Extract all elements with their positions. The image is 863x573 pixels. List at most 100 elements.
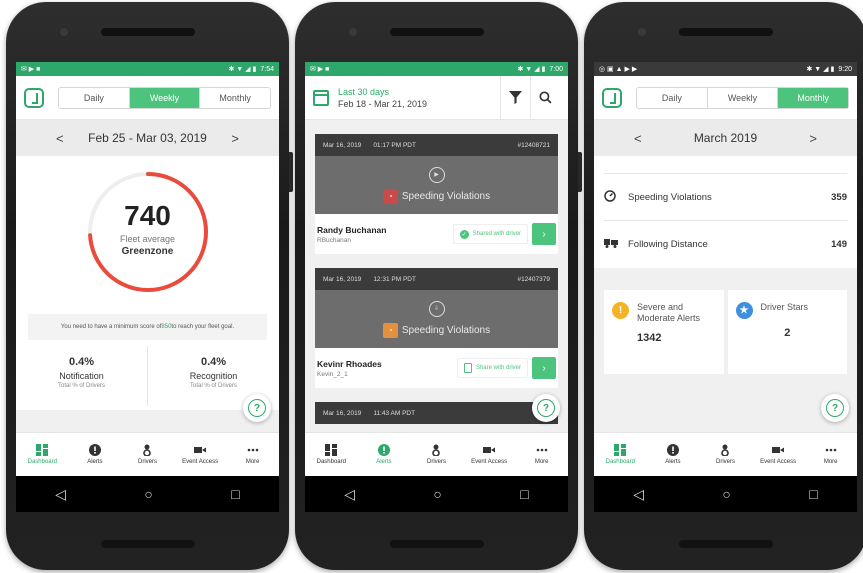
nav-item-drivers[interactable]: Drivers [121,433,174,476]
nav-item-drivers[interactable]: Drivers [410,433,463,476]
status-bar: ◎ ▣ ▲ ▶ ▶ ✱ ▼ ◢ ▮ 9:20 [594,62,857,76]
app-bar: Daily Weekly Monthly [16,76,279,120]
phone-dashboard-monthly: ◎ ▣ ▲ ▶ ▶ ✱ ▼ ◢ ▮ 9:20 Daily Weekly Mont… [584,2,863,570]
nav-item-event-access[interactable]: Event Access [463,433,516,476]
search-button[interactable] [530,75,560,120]
back-icon[interactable]: ◁ [633,486,644,503]
back-icon[interactable]: ◁ [55,486,66,503]
prev-period-button[interactable]: < [634,131,642,146]
goal-note: You need to have a minimum score of 850 … [28,314,267,340]
event-card[interactable]: Mar 16, 2019 12:31 PM PDT #12407379 ⇩ ◔ Sp… [315,268,558,388]
tab-daily[interactable]: Daily [637,87,708,108]
notification-icons: ✉ ▶ ■ [21,66,41,73]
tab-weekly[interactable]: Weekly [708,87,779,108]
nav-item-event-access[interactable]: Event Access [752,433,805,476]
event-card[interactable]: Mar 16, 2019 01:17 PM PDT #12408721 ▶ ◔ Sp… [315,134,558,254]
share-with-driver-button[interactable]: Share with driver [456,358,528,378]
camera [638,28,646,36]
nav-item-dashboard[interactable]: Dashboard [594,433,647,476]
next-period-button[interactable]: > [809,131,817,146]
nav-item-more[interactable]: More [804,433,857,476]
nav-label: More [245,459,260,465]
nav-item-alerts[interactable]: Alerts [69,433,122,476]
nav-label: Alerts [376,459,392,465]
download-icon[interactable]: ⇩ [428,300,445,317]
event-video[interactable]: ⇩ ◔ Speeding Violations [315,290,558,348]
nav-label: Drivers [426,459,446,465]
list-item[interactable]: Following Distance 149 [604,221,847,268]
status-time: 7:54 [260,65,274,73]
range-title: Last 30 days [338,86,390,97]
bottom-speaker [100,540,195,548]
speedometer-icon [604,189,624,205]
phone-dashboard-weekly: ✉ ▶ ■ ✱ ▼ ◢ ▮ 7:54 Daily Weekly Monthly … [6,2,293,570]
bottom-speaker [389,540,484,548]
system-icons: ✱ ▼ ◢ ▮ 7:54 [228,65,275,74]
home-icon[interactable]: ○ [433,486,441,502]
back-icon[interactable]: ◁ [344,486,355,503]
bottom-speaker [678,540,773,548]
tab-weekly[interactable]: Weekly [129,87,201,108]
nav-label: Event Access [760,459,797,465]
help-icon: ? [826,399,844,417]
bottom-nav: Dashboard Alerts Drivers Event Access More [305,432,568,476]
nav-item-dashboard[interactable]: Dashboard [305,433,358,476]
drivers-icon [430,444,442,457]
tile-value: 1342 [637,332,662,344]
event-feed: Mar 16, 2019 01:17 PM PDT #12408721 ▶ ◔ Sp… [305,134,568,424]
help-button[interactable]: ? [243,394,271,422]
recents-icon[interactable]: □ [231,486,239,502]
system-nav: ◁ ○ □ [16,476,279,512]
open-event-button[interactable]: › [532,357,556,379]
tile-severe-alerts[interactable]: ! Severe and Moderate Alerts 1342 [604,290,724,374]
nav-item-more[interactable]: More [226,433,279,476]
stat-value: 0.4% [200,356,227,368]
open-event-button[interactable]: › [532,223,556,245]
stats-row: 0.4% Notification Total % of Drivers 0.4… [16,346,279,406]
list-item[interactable]: Speeding Violations 359 [604,174,847,221]
stat-label: Notification [59,371,104,381]
system-icons: ✱ ▼ ◢ ▮ 9:20 [806,65,853,74]
home-icon[interactable]: ○ [722,486,730,502]
prev-period-button[interactable]: < [56,131,64,146]
more-icon [247,444,259,456]
alert-icon [377,444,390,456]
truck-icon [604,238,624,251]
nav-item-more[interactable]: More [515,433,568,476]
tab-monthly[interactable]: Monthly [200,88,270,108]
dashboard-icon [614,444,627,456]
drivers-icon [141,444,153,457]
calendar-icon[interactable] [313,89,329,106]
event-time: 11:43 AM PDT [373,409,416,417]
filter-button[interactable] [500,75,530,120]
score-zone: Greenzone [121,246,174,257]
date-range: Feb 25 - Mar 03, 2019 [88,131,207,145]
tab-monthly[interactable]: Monthly [778,87,849,108]
help-icon: ? [537,399,555,417]
play-icon[interactable]: ▶ [428,166,445,183]
tile-driver-stars[interactable]: ★ Driver Stars 2 [727,290,847,374]
nav-label: Drivers [715,459,735,465]
system-icons: ✱ ▼ ◢ ▮ 7:00 [517,65,564,74]
nav-item-drivers[interactable]: Drivers [699,433,752,476]
nav-item-alerts[interactable]: Alerts [358,433,411,476]
help-button[interactable]: ? [821,394,849,422]
event-card-header: Mar 16, 2019 12:31 PM PDT #12407379 [315,268,558,290]
event-id: #12408721 [517,141,550,149]
home-icon[interactable]: ○ [144,486,152,502]
event-video[interactable]: ▶ ◔ Speeding Violations [315,156,558,214]
help-button[interactable]: ? [532,394,560,422]
nav-item-dashboard[interactable]: Dashboard [16,433,69,476]
app-logo-icon [24,87,44,108]
event-card[interactable]: Mar 16, 201911:43 AM PDT #124 [315,402,558,424]
recents-icon[interactable]: □ [809,486,817,502]
recents-icon[interactable]: □ [520,486,528,502]
next-period-button[interactable]: > [231,131,239,146]
date-range-selector[interactable]: Last 30 days Feb 18 - Mar 21, 2019 [338,87,500,109]
tab-daily[interactable]: Daily [59,87,130,108]
tile-label: Driver Stars [760,302,809,312]
nav-item-alerts[interactable]: Alerts [647,433,700,476]
nav-item-event-access[interactable]: Event Access [174,433,227,476]
screen: ✉ ▶ ■ ✱ ▼ ◢ ▮ 7:00 Last 30 days Feb 18 -… [305,62,568,512]
alert-icon [666,444,679,456]
